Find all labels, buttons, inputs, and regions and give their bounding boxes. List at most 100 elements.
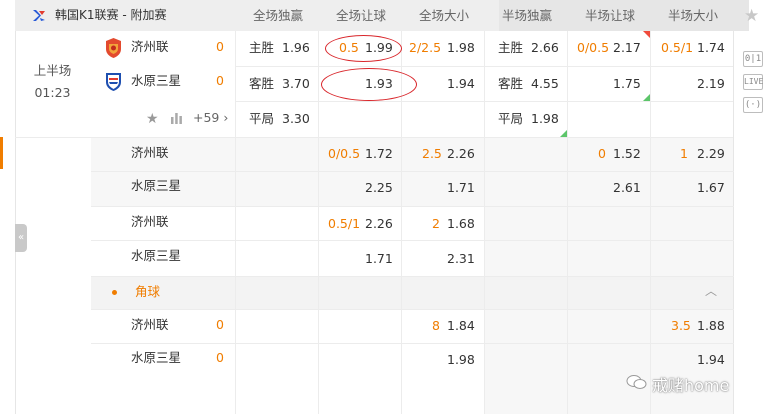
home-team-score: 0 [216,39,224,54]
more-markets-link[interactable]: +59 › [193,110,228,126]
col-ft-ou: 全场大小 [418,8,469,23]
table-header: 韩国K1联赛 - 附加赛 全场独赢 全场让球 全场大小 半场独赢 半场让球 半场… [15,0,749,31]
live-button[interactable]: LIVE [743,74,763,90]
odds-up-indicator [643,94,650,101]
favorite-star-icon[interactable]: ★ [744,6,759,26]
ht-home-label: 主胜 [498,40,524,55]
alt1-away-name: 水原三星 [131,178,182,193]
ht-home-odds[interactable]: 2.66 [531,40,559,56]
corner-away-score: 0 [216,350,224,365]
chevron-up-icon[interactable]: ︿ [705,283,717,299]
league-logo-icon [33,10,45,21]
home-team-name[interactable]: 济州联 [131,39,169,55]
favorite-match-star-icon[interactable]: ★ [146,111,159,127]
corner-ft-ou-line: 8 [432,318,440,333]
match-period: 上半场 01:23 [15,60,90,104]
alt2-ft-over[interactable]: 1.68 [447,216,475,232]
ht-hdp-home-odds[interactable]: 2.17 [613,40,641,56]
alt1-ft-under[interactable]: 1.71 [447,180,475,196]
home-team-badge-icon [106,38,121,58]
match-clock: 01:23 [34,85,71,100]
alt1-ht-hdp-home[interactable]: 1.52 [613,146,641,162]
grid-line [484,31,485,414]
corner-ft-over[interactable]: 1.84 [447,318,475,334]
alt2-away-name: 水原三星 [131,248,182,263]
ht-away-label: 客胜 [498,76,524,91]
grid-line [235,31,236,414]
right-border [733,31,734,414]
away-team-name[interactable]: 水原三星 [131,73,181,89]
corner-home-name: 济州联 [131,317,169,332]
ht-draw-label: 平局 [498,111,524,126]
ft-away-label: 客胜 [249,76,275,91]
ft-over-odds[interactable]: 1.98 [447,40,475,56]
period-label: 上半场 [33,63,72,78]
ht-ou-line: 0.5/1 [661,40,694,55]
alt2-ft-hdp-home[interactable]: 2.26 [365,216,393,232]
ft-ou-line: 2/2.5 [409,40,442,55]
alt1-ht-under[interactable]: 1.67 [697,180,725,196]
col-ft-hdp: 全场让球 [335,8,386,23]
corner-away-name: 水原三星 [131,350,182,365]
ft-away-odds[interactable]: 3.70 [282,76,310,92]
alt2-ft-ou-line: 2 [432,216,440,231]
corner-ht-ou-line: 3.5 [671,318,691,333]
alt1-ft-hdp-away[interactable]: 2.25 [365,180,393,196]
alt1-ft-hdp-line: 0/0.5 [328,146,361,161]
corner-section-title[interactable]: 角球 [135,284,160,300]
alt1-ft-over[interactable]: 2.26 [447,146,475,162]
grid-line [235,66,733,67]
corner-ht-over[interactable]: 1.88 [697,318,725,334]
alt1-ht-hdp-away[interactable]: 2.61 [613,180,641,196]
grid-line [91,206,734,207]
ft-home-odds[interactable]: 1.96 [282,40,310,56]
col-ht-hdp: 半场让球 [584,8,635,23]
ft-draw-odds[interactable]: 3.30 [282,111,310,127]
grid-line [91,309,734,310]
alt2-home-name: 济州联 [131,214,169,229]
scoreboard-button[interactable]: 0|1 [743,51,763,67]
ht-over-odds[interactable]: 1.74 [697,40,725,56]
ht-hdp-away-odds[interactable]: 1.75 [613,76,641,92]
grid-line [91,276,734,277]
corner-dot-icon [112,290,117,295]
grid-line [567,31,568,414]
alt2-ft-hdp-line: 0.5/1 [328,216,361,231]
corner-ht-under[interactable]: 1.94 [697,352,725,368]
away-team-badge-icon [106,73,121,91]
ht-under-odds[interactable]: 2.19 [697,76,725,92]
alt1-ht-over[interactable]: 2.29 [697,146,725,162]
collapse-sidebar-button[interactable]: « [15,224,27,252]
grid-line [235,101,733,102]
ft-under-odds[interactable]: 1.94 [447,76,475,92]
odds-panel: 韩国K1联赛 - 附加赛 全场独赢 全场让球 全场大小 半场独赢 半场让球 半场… [0,0,775,414]
grid-line [650,31,651,414]
grid-line [91,240,734,241]
ft-home-label: 主胜 [249,40,275,55]
alt2-ft-under[interactable]: 2.31 [447,251,475,267]
away-team-score: 0 [216,73,224,88]
wechat-icon [626,375,647,389]
alt1-home-name: 济州联 [131,145,169,160]
grid-line [15,137,733,138]
col-ft-1x2: 全场独赢 [252,8,303,23]
stats-chart-icon[interactable] [170,112,183,124]
ht-away-odds[interactable]: 4.55 [531,76,559,92]
watermark-text: 戒赌home [652,376,730,395]
corner-ft-under[interactable]: 1.98 [447,352,475,368]
alt2-ft-hdp-away[interactable]: 1.71 [365,251,393,267]
ht-draw-odds[interactable]: 1.98 [531,111,559,127]
corner-section-header[interactable] [91,276,734,309]
grid-line [91,343,734,344]
ft-draw-label: 平局 [249,111,275,126]
annotation-circle [321,68,417,101]
alt1-ft-ou-line: 2.5 [422,146,442,161]
ht-hdp-line: 0/0.5 [577,40,610,55]
corner-home-score: 0 [216,317,224,332]
animation-button[interactable]: (·) [743,97,763,113]
league-title[interactable]: 韩国K1联赛 - 附加赛 [55,0,166,31]
odds-down-indicator [643,31,650,38]
active-indicator [0,137,3,169]
col-ht-1x2: 半场独赢 [501,8,552,23]
alt1-ft-hdp-home[interactable]: 1.72 [365,146,393,162]
